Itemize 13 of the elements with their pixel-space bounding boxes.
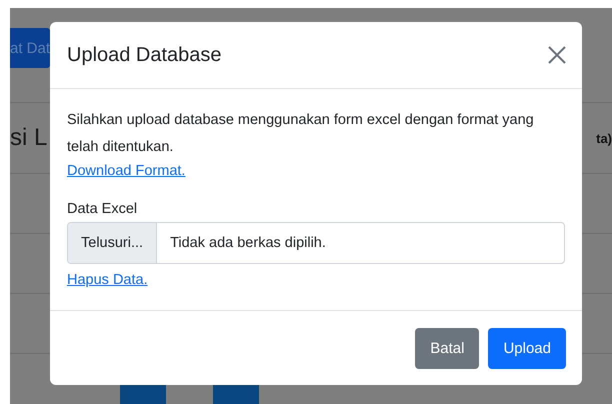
column-header: ta): [596, 130, 612, 146]
field-label: Data Excel: [67, 201, 138, 217]
delete-link[interactable]: Hapus Data.: [67, 270, 148, 290]
close-icon: [548, 46, 566, 64]
browse-button[interactable]: Telusuri...: [68, 223, 158, 263]
upload-button[interactable]: Upload: [488, 328, 566, 368]
instruction-text: Silahkan upload database menggunakan form excel dengan format yang telah ditentukan.: [67, 111, 535, 157]
file-input-field[interactable]: Telusuri... Tidak ada berkas dipilih.: [67, 222, 565, 264]
file-status: Tidak ada berkas dipilih.: [169, 234, 327, 253]
download-link[interactable]: Download Format.: [67, 161, 186, 181]
cancel-button[interactable]: Batal: [415, 328, 480, 368]
page-heading: si L: [10, 124, 48, 152]
dialog-title: Upload Database: [67, 44, 222, 66]
